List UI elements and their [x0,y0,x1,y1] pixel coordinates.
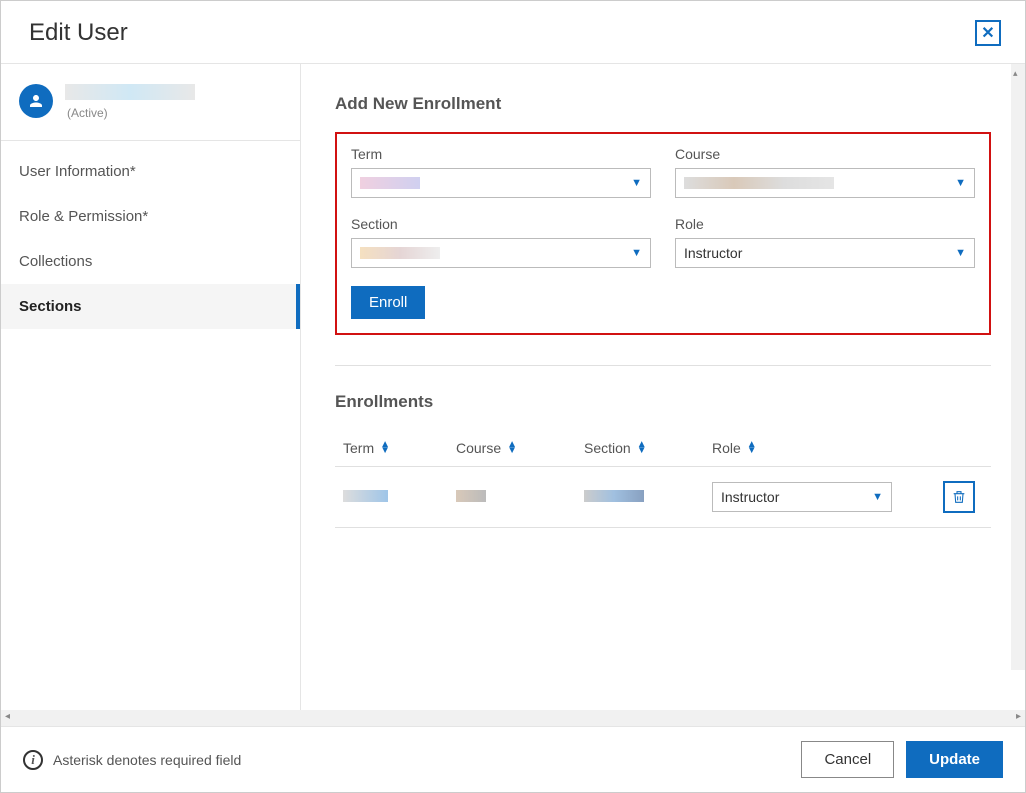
horizontal-scrollbar[interactable] [1,710,1025,726]
term-value-redacted [360,177,420,189]
row-role-select[interactable]: Instructor ▼ [712,482,892,512]
sort-icon: ▲▼ [507,442,517,454]
course-select[interactable]: ▼ [675,168,975,198]
add-enrollment-highlight: Term ▼ Course ▼ [335,132,991,335]
vertical-scrollbar[interactable] [1011,64,1025,670]
section-label: Section [351,216,651,232]
chevron-down-icon: ▼ [631,247,642,259]
divider [335,365,991,366]
user-info: (Active) [65,84,195,120]
role-value: Instructor [684,245,742,261]
role-select[interactable]: Instructor ▼ [675,238,975,268]
column-header-course[interactable]: Course ▲▼ [456,440,576,456]
sort-icon: ▲▼ [637,442,647,454]
chevron-down-icon: ▼ [955,177,966,189]
role-label: Role [675,216,975,232]
sort-icon: ▲▼ [747,442,757,454]
modal-footer: i Asterisk denotes required field Cancel… [1,726,1025,792]
row-section-redacted [584,490,644,502]
user-block: (Active) [1,84,300,141]
enroll-button[interactable]: Enroll [351,286,425,319]
table-row: Instructor ▼ [335,467,991,528]
column-header-section[interactable]: Section ▲▼ [584,440,704,456]
row-role-value: Instructor [721,489,779,505]
main-panel: Add New Enrollment Term ▼ Course [301,64,1025,710]
footer-hint: i Asterisk denotes required field [23,750,241,770]
enrollments-table: Term ▲▼ Course ▲▼ Section ▲▼ Role ▲▼ [335,430,991,528]
sort-icon: ▲▼ [380,442,390,454]
nav-user-information[interactable]: User Information* [1,149,300,194]
user-status: (Active) [67,106,195,120]
row-term-redacted [343,490,388,502]
sidebar: (Active) User Information* Role & Permis… [1,64,301,710]
person-icon [27,92,45,110]
nav-sections[interactable]: Sections [1,284,300,329]
user-name-redacted [65,84,195,100]
chevron-down-icon: ▼ [872,491,883,503]
chevron-down-icon: ▼ [955,247,966,259]
nav-role-permission[interactable]: Role & Permission* [1,194,300,239]
table-header-row: Term ▲▼ Course ▲▼ Section ▲▼ Role ▲▼ [335,430,991,467]
column-header-term[interactable]: Term ▲▼ [343,440,448,456]
section-value-redacted [360,247,440,259]
modal-title: Edit User [29,19,128,47]
chevron-down-icon: ▼ [631,177,642,189]
add-enrollment-title: Add New Enrollment [335,94,991,114]
avatar [19,84,53,118]
course-label: Course [675,146,975,162]
close-icon: ✕ [981,23,994,43]
trash-icon [951,489,967,505]
term-select[interactable]: ▼ [351,168,651,198]
update-button[interactable]: Update [906,741,1003,778]
info-icon: i [23,750,43,770]
edit-user-modal: Edit User ✕ (Active) User Information* R… [0,0,1026,793]
modal-header: Edit User ✕ [1,1,1025,64]
row-course-redacted [456,490,486,502]
delete-enrollment-button[interactable] [943,481,975,513]
modal-body: (Active) User Information* Role & Permis… [1,64,1025,710]
required-hint-text: Asterisk denotes required field [53,752,241,768]
column-header-role[interactable]: Role ▲▼ [712,440,935,456]
enrollments-title: Enrollments [335,392,991,412]
close-button[interactable]: ✕ [975,20,1001,46]
cancel-button[interactable]: Cancel [801,741,894,778]
section-select[interactable]: ▼ [351,238,651,268]
course-value-redacted [684,177,834,189]
term-label: Term [351,146,651,162]
nav-collections[interactable]: Collections [1,239,300,284]
